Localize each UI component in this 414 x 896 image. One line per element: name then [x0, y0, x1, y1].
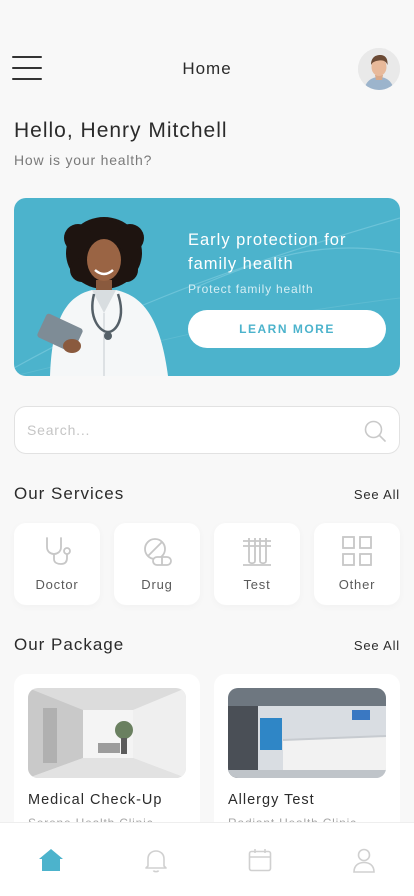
clinic-reception-image [228, 688, 386, 778]
packages-title: Our Package [14, 635, 125, 654]
bottom-nav [0, 822, 414, 896]
search-icon[interactable] [363, 419, 387, 443]
greeting-title: Hello, Henry Mitchell [14, 119, 228, 142]
service-drug[interactable]: Drug [114, 523, 200, 605]
bell-icon[interactable] [143, 847, 169, 873]
test-tube-icon [243, 538, 271, 566]
grid-icon [342, 536, 372, 566]
search-box [14, 406, 400, 454]
service-label: Doctor [35, 577, 79, 592]
package-photo [28, 688, 186, 778]
service-test[interactable]: Test [214, 523, 300, 605]
packages-see-all-link[interactable]: See All [354, 638, 400, 653]
profile-icon[interactable] [351, 847, 377, 873]
service-label: Drug [141, 577, 173, 592]
banner-title: Early protection for family health [188, 231, 347, 273]
learn-more-button[interactable]: LEARN MORE [188, 310, 386, 348]
services-title: Our Services [14, 484, 125, 503]
home-icon[interactable] [38, 847, 64, 873]
service-label: Test [243, 577, 271, 592]
search-input[interactable] [27, 407, 347, 453]
stethoscope-icon [46, 537, 71, 565]
pill-icon [144, 538, 172, 566]
services-see-all-link[interactable]: See All [354, 487, 400, 502]
package-name: Allergy Test [228, 792, 315, 808]
top-bar: Home [0, 44, 414, 94]
doctor-illustration [37, 217, 168, 376]
services-list: Doctor Drug Test Other [14, 523, 400, 605]
user-avatar-image [358, 48, 400, 90]
hospital-corridor-image [28, 688, 186, 778]
calendar-icon[interactable] [247, 847, 273, 873]
package-photo [228, 688, 386, 778]
package-name: Medical Check-Up [28, 792, 163, 808]
service-other[interactable]: Other [314, 523, 400, 605]
avatar[interactable] [358, 48, 400, 90]
page-title: Home [182, 59, 232, 78]
banner-subtitle: Protect family health [188, 282, 314, 296]
greeting-subtitle: How is your health? [14, 152, 153, 168]
service-doctor[interactable]: Doctor [14, 523, 100, 605]
promo-banner: Early protection for family health Prote… [14, 198, 400, 376]
service-label: Other [338, 577, 376, 592]
package-card-allergy-test[interactable]: Allergy Test Radiant Health Clinic [214, 674, 400, 834]
package-card-medical-checkup[interactable]: Medical Check-Up Serene Health Clinic [14, 674, 200, 834]
